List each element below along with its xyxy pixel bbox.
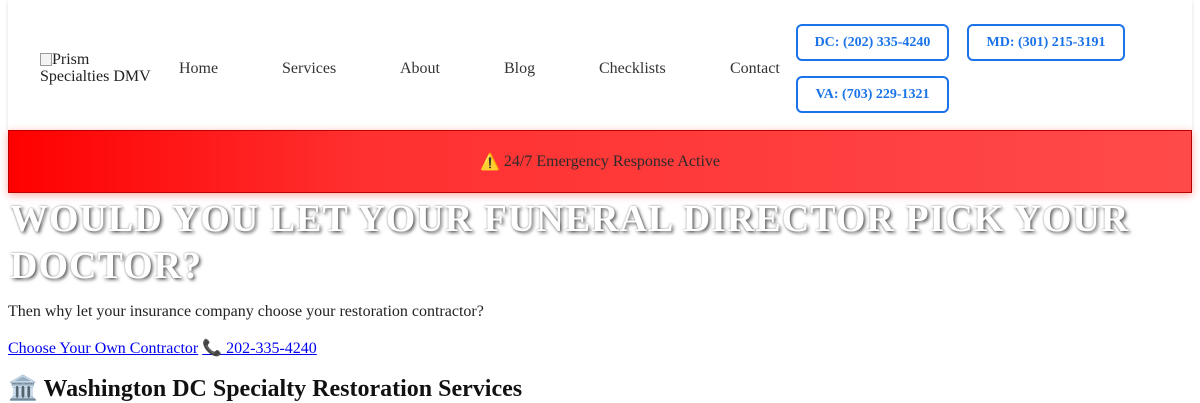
emergency-banner: ⚠️ 24/7 Emergency Response Active (8, 130, 1192, 193)
site-header: Prism Specialties DMV Home Services Abou… (8, 0, 1192, 130)
phone-button-md[interactable]: MD: (301) 215-3191 (967, 24, 1125, 61)
classical-building-icon: 🏛️ (8, 376, 38, 402)
phone-icon: 📞 (202, 340, 223, 357)
nav-home[interactable]: Home (179, 59, 218, 79)
nav-about[interactable]: About (400, 59, 440, 79)
logo[interactable]: Prism Specialties DMV (40, 51, 160, 85)
phone-button-dc[interactable]: DC: (202) 335-4240 (796, 24, 949, 61)
hero-title: WOULD YOU LET YOUR FUNERAL DIRECTOR PICK… (10, 198, 1130, 287)
warning-icon: ⚠️ (479, 153, 500, 171)
logo-alt-text: Prism Specialties DMV (40, 51, 151, 85)
hero-subtitle: Then why let your insurance company choo… (8, 303, 484, 320)
call-link[interactable]: 📞 202-335-4240 (202, 340, 317, 357)
emergency-banner-text: 24/7 Emergency Response Active (503, 152, 721, 170)
phone-button-va[interactable]: VA: (703) 229-1321 (796, 76, 949, 113)
nav-services[interactable]: Services (282, 59, 336, 79)
nav-checklists[interactable]: Checklists (599, 59, 666, 79)
section-title: 🏛️ Washington DC Specialty Restoration S… (8, 374, 522, 403)
call-link-number: 202-335-4240 (222, 340, 317, 357)
section-title-text: Washington DC Specialty Restoration Serv… (43, 376, 523, 402)
cta-row: Choose Your Own Contractor 📞 202-335-424… (8, 338, 317, 358)
nav-blog[interactable]: Blog (504, 59, 535, 79)
choose-contractor-link[interactable]: Choose Your Own Contractor (8, 340, 198, 357)
nav-contact[interactable]: Contact (730, 59, 780, 79)
broken-image-icon (40, 53, 52, 66)
